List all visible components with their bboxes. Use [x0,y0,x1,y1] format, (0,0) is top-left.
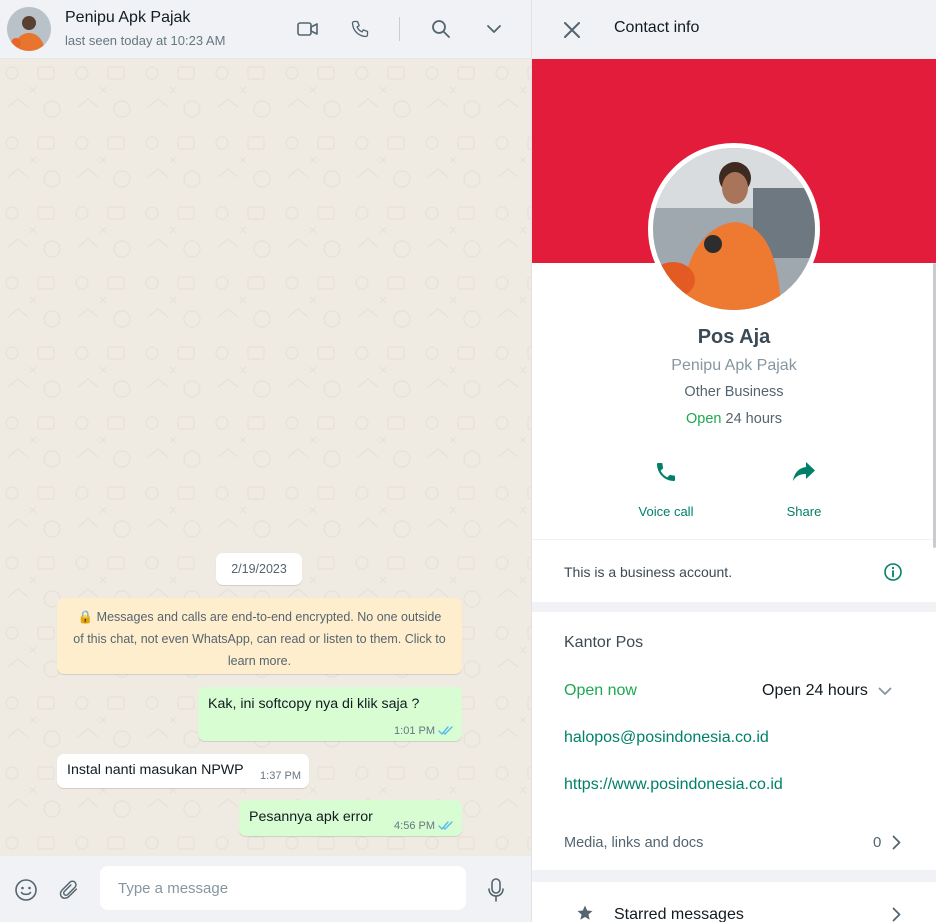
message-timestamp: 1:01 PM [394,725,435,737]
contact-name: Pos Aja [697,326,771,348]
message-composer [0,856,531,922]
business-category: Other Business [684,384,784,400]
header-divider [399,17,400,41]
open-status: Open [686,411,722,427]
email-link[interactable]: halopos@posindonesia.co.id [564,729,769,747]
attach-icon[interactable] [56,877,82,903]
media-links-docs-label: Media, links and docs [564,835,704,851]
star-icon [577,905,593,920]
message-time: 1:01 PM [394,725,454,737]
close-icon[interactable] [560,18,584,42]
message-time: 4:56 PM [394,820,454,832]
message-bubble-outgoing[interactable]: Pesannya apk error 4:56 PM [239,800,462,836]
contact-alias: Penipu Apk Pajak [671,357,797,374]
voice-call-label: Voice call [638,504,694,519]
chat-pane: Penipu Apk Pajak last seen today at 10:2… [0,0,532,922]
message-timestamp: 1:37 PM [260,770,301,782]
read-receipt-icon [438,726,453,736]
business-account-notice: This is a business account. [532,540,936,602]
message-text: Pesannya apk error [249,809,373,825]
media-links-docs-row[interactable]: Media, links and docs 0 [532,824,936,860]
chevron-down-icon [878,687,892,695]
contact-info-header: Contact info [532,0,936,59]
chat-title[interactable]: Penipu Apk Pajak [65,9,190,27]
info-icon[interactable] [883,562,903,582]
encryption-notice[interactable]: 🔒 Messages and calls are end-to-end encr… [57,598,462,674]
message-bubble-incoming[interactable]: Instal nanti masukan NPWP 1:37 PM [57,754,309,788]
profile-photo[interactable] [648,143,820,315]
chevron-right-icon [892,835,901,850]
hours-text: 24 hours [721,411,782,427]
business-details-card: Kantor Pos Open now Open 24 hours halopo… [532,612,936,870]
chat-header[interactable]: Penipu Apk Pajak last seen today at 10:2… [0,0,531,59]
business-hours-summary: Open 24 hours [532,411,936,427]
share-arrow-icon [754,455,854,489]
message-text: Instal nanti masukan NPWP [67,762,244,778]
emoji-icon[interactable] [13,877,39,903]
message-bubble-outgoing[interactable]: Kak, ini softcopy nya di klik saja ? 1:0… [198,687,462,741]
search-icon[interactable] [430,18,452,40]
microphone-icon[interactable] [483,877,509,903]
read-receipt-icon [438,821,453,831]
chevron-right-icon [892,907,901,922]
business-name: Kantor Pos [564,634,644,651]
business-hours-value: Open 24 hours [762,682,868,699]
business-account-text: This is a business account. [564,564,733,580]
open-now-status: Open now [564,682,637,699]
date-chip: 2/19/2023 [216,553,302,585]
contact-avatar[interactable] [7,7,51,51]
message-timestamp: 4:56 PM [394,820,435,832]
message-text: Kak, ini softcopy nya di klik saja ? [208,696,420,712]
contact-info-title: Contact info [614,19,700,36]
starred-messages-row[interactable]: Starred messages [532,882,936,922]
voice-call-button[interactable]: Voice call [616,455,716,519]
contact-info-panel: Contact info Pos Aja Penipu Apk Pajak Ot… [532,0,936,922]
business-hours-dropdown[interactable]: Open 24 hours [762,682,892,700]
voice-call-icon[interactable] [349,18,371,40]
video-call-icon[interactable] [297,18,319,40]
chevron-down-icon[interactable] [483,18,505,40]
starred-messages-label: Starred messages [614,906,744,922]
message-input[interactable] [100,866,466,910]
whatsapp-window: Penipu Apk Pajak last seen today at 10:2… [0,0,936,922]
share-label: Share [786,504,822,519]
phone-icon [616,455,716,489]
share-button[interactable]: Share [754,455,854,519]
website-link[interactable]: https://www.posindonesia.co.id [564,776,783,794]
conversation-panel[interactable]: 2/19/2023 🔒 Messages and calls are end-t… [0,59,531,856]
last-seen-status: last seen today at 10:23 AM [65,33,226,48]
media-count: 0 [873,834,882,851]
